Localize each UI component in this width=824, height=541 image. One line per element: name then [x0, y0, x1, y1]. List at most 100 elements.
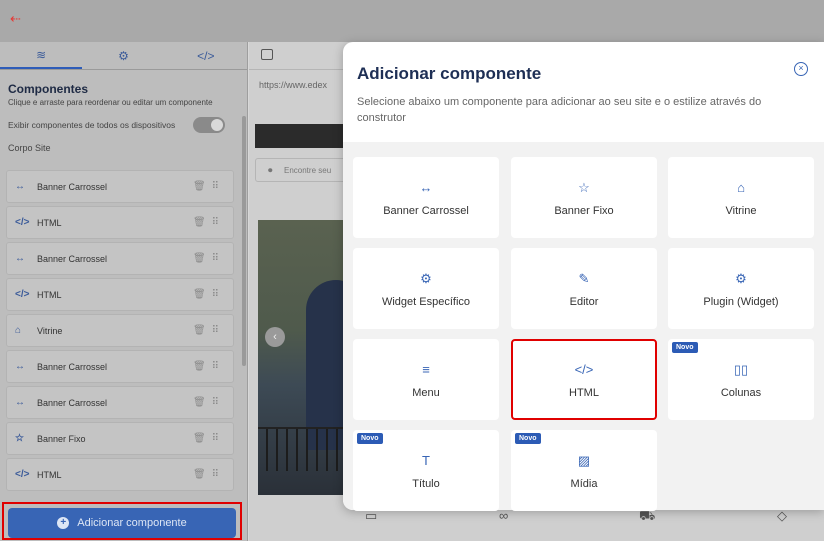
component-icon: </> [574, 361, 594, 377]
card-menu[interactable]: ≡ Menu [353, 339, 499, 420]
section-label: Corpo Site [8, 143, 51, 153]
component-type-icon: ☆ [15, 433, 24, 444]
plus-icon: + [57, 517, 70, 529]
drag-handle-icon[interactable]: ⠿ [212, 217, 225, 228]
components-subtitle: Clique e arraste para reordenar ou edita… [8, 98, 213, 107]
new-badge: Novo [672, 342, 698, 353]
preview-header-band [255, 124, 355, 148]
component-label: HTML [37, 469, 62, 480]
component-type-icon: ⌂ [15, 325, 22, 336]
list-item[interactable]: ⌂ Vitrine 🗑⠿ [6, 314, 234, 347]
all-devices-toggle[interactable] [193, 117, 225, 133]
component-icon: ✎ [578, 270, 590, 286]
component-icon: ≡ [422, 361, 430, 377]
component-icon: ▯▯ [733, 361, 749, 377]
trash-icon[interactable]: 🗑 [193, 469, 212, 480]
component-type-icon: ↔ [15, 397, 25, 408]
component-label: Banner Carrossel [37, 361, 108, 372]
add-component-button[interactable]: + Adicionar componente [8, 508, 236, 538]
add-component-label: Adicionar componente [77, 517, 187, 529]
list-item[interactable]: </> HTML 🗑⠿ [6, 206, 234, 239]
list-item[interactable]: ↔ Banner Carrossel 🗑⠿ [6, 386, 234, 419]
card-vitrine[interactable]: ⌂ Vitrine [668, 157, 814, 238]
component-icon: ⚙ [735, 270, 747, 286]
trash-icon[interactable]: 🗑 [193, 361, 212, 372]
component-icon: T [422, 452, 430, 468]
tab-code[interactable]: </> [165, 42, 247, 69]
settings-icon: ⚙ [118, 48, 129, 63]
top-bar: ⇠ [0, 0, 824, 42]
card-colunas[interactable]: Novo ▯▯ Colunas [668, 339, 814, 420]
component-type-icon: </> [15, 469, 30, 480]
component-grid: ↔ Banner Carrossel ☆ Banner Fixo ⌂ Vitrine ⚙ Wi… [343, 142, 824, 511]
component-type-icon: ↔ [15, 253, 25, 264]
carousel-prev-icon[interactable]: ‹ [265, 327, 285, 347]
card-label: Widget Específico [381, 295, 471, 308]
component-type-icon: ↔ [15, 361, 25, 372]
preview-search: ⏺ Encontre seu [255, 158, 355, 182]
device-icon[interactable] [261, 49, 273, 60]
card-label: HTML [569, 386, 599, 399]
component-label: Vitrine [37, 325, 63, 336]
drag-handle-icon[interactable]: ⠿ [212, 469, 225, 480]
card-label: Banner Fixo [554, 204, 614, 217]
component-type-icon: ↔ [15, 181, 25, 192]
toggle-knob [211, 119, 223, 131]
drag-handle-icon[interactable]: ⠿ [212, 253, 225, 264]
trash-icon[interactable]: 🗑 [193, 217, 212, 228]
list-item[interactable]: ☆ Banner Fixo 🗑⠿ [6, 422, 234, 455]
sidebar-tabs: ≋ ⚙ </> [0, 42, 247, 70]
close-icon[interactable]: × [794, 62, 808, 76]
component-icon: ▨ [577, 452, 591, 468]
package-icon: ◇ [777, 508, 787, 523]
component-label: Banner Carrossel [37, 181, 108, 192]
list-item[interactable]: </> HTML 🗑⠿ [6, 458, 234, 491]
component-icon: ↔ [419, 179, 433, 195]
drag-handle-icon[interactable]: ⠿ [212, 433, 225, 444]
drag-handle-icon[interactable]: ⠿ [212, 361, 225, 372]
layers-icon: ≋ [36, 47, 47, 62]
card-m-dia[interactable]: Novo ▨ Mídia [511, 430, 657, 511]
card-banner-carrossel[interactable]: ↔ Banner Carrossel [353, 157, 499, 238]
tab-layers[interactable]: ≋ [0, 42, 83, 69]
trash-icon[interactable]: 🗑 [193, 253, 212, 264]
component-label: HTML [37, 289, 62, 300]
sidebar-scrollbar[interactable] [242, 116, 246, 366]
preview-url: https://www.edex [259, 80, 328, 90]
component-label: HTML [37, 217, 62, 228]
trash-icon[interactable]: 🗑 [193, 289, 212, 300]
modal-subtitle: Selecione abaixo um componente para adic… [357, 96, 762, 124]
card-banner-fixo[interactable]: ☆ Banner Fixo [511, 157, 657, 238]
card-widget-espec-fico[interactable]: ⚙ Widget Específico [353, 248, 499, 329]
mic-icon: ⏺ [268, 165, 273, 175]
components-title: Componentes [8, 82, 89, 96]
component-icon: ⚙ [420, 270, 432, 286]
infinity-icon: ∞ [499, 508, 509, 523]
trash-icon[interactable]: 🗑 [193, 397, 212, 408]
list-item[interactable]: </> HTML 🗑⠿ [6, 278, 234, 311]
list-item[interactable]: ↔ Banner Carrossel 🗑⠿ [6, 350, 234, 383]
card-plugin-widget-[interactable]: ⚙ Plugin (Widget) [668, 248, 814, 329]
new-badge: Novo [515, 433, 541, 444]
trash-icon[interactable]: 🗑 [193, 433, 212, 444]
drag-handle-icon[interactable]: ⠿ [212, 181, 225, 192]
list-item[interactable]: ↔ Banner Carrossel 🗑⠿ [6, 170, 234, 203]
list-item[interactable]: ↔ Banner Carrossel 🗑⠿ [6, 242, 234, 275]
drag-handle-icon[interactable]: ⠿ [212, 397, 225, 408]
tab-settings[interactable]: ⚙ [82, 42, 164, 69]
trash-icon[interactable]: 🗑 [193, 325, 212, 336]
component-type-icon: </> [15, 289, 30, 300]
card-editor[interactable]: ✎ Editor [511, 248, 657, 329]
modal-title: Adicionar componente [357, 64, 542, 83]
exit-icon[interactable]: ⇠ [10, 12, 24, 26]
drag-handle-icon[interactable]: ⠿ [212, 325, 225, 336]
add-component-modal: Adicionar componente Selecione abaixo um… [343, 42, 824, 511]
card-t-tulo[interactable]: Novo T Título [353, 430, 499, 511]
code-icon: </> [197, 48, 215, 63]
card-html[interactable]: </> HTML [511, 339, 657, 420]
card-label: Vitrine [725, 204, 757, 217]
trash-icon[interactable]: 🗑 [193, 181, 212, 192]
drag-handle-icon[interactable]: ⠿ [212, 289, 225, 300]
new-badge: Novo [357, 433, 383, 444]
card-label: Mídia [570, 477, 598, 490]
